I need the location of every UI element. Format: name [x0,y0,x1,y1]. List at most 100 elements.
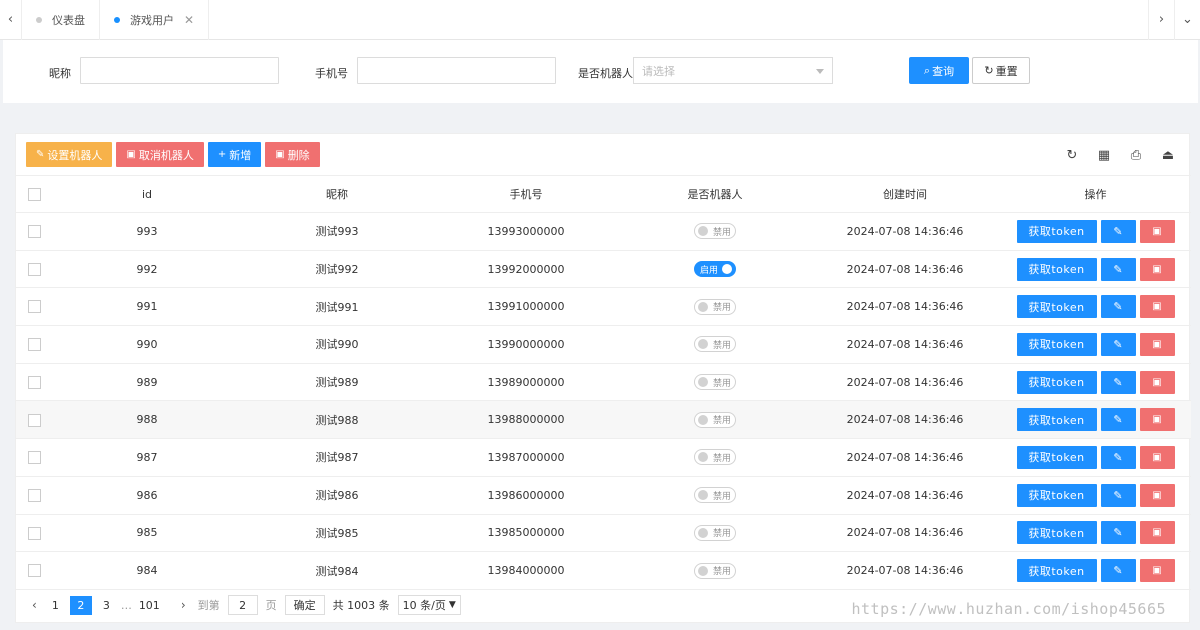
columns-icon[interactable]: ▦ [1095,146,1113,164]
robot-toggle[interactable]: 禁用 [694,449,736,466]
cell-robot: 禁用 [620,476,810,515]
robot-toggle[interactable]: 禁用 [694,524,736,541]
delete-button[interactable]: ▣ 删除 [265,142,320,167]
delete-row-button[interactable]: ▣ [1139,445,1175,469]
get-token-button[interactable]: 获取token [1016,445,1097,469]
get-token-button[interactable]: 获取token [1016,559,1097,583]
set-robot-button[interactable]: ✎ 设置机器人 [26,142,113,167]
delete-row-button[interactable]: ▣ [1139,295,1175,319]
delete-row-button[interactable]: ▣ [1139,559,1175,583]
get-token-button[interactable]: 获取token [1016,408,1097,432]
row-checkbox[interactable] [27,262,41,276]
phone-input[interactable] [357,57,556,84]
delete-row-button[interactable]: ▣ [1139,332,1175,356]
tab-dashboard[interactable]: 仪表盘 [22,0,100,40]
tab-game-users[interactable]: 游戏用户 ✕ [100,0,210,40]
trash-icon: ▣ [1152,414,1162,426]
edit-button[interactable]: ✎ [1100,219,1136,243]
get-token-button[interactable]: 获取token [1016,332,1097,356]
edit-button[interactable]: ✎ [1100,257,1136,281]
reset-button[interactable]: ↻ 重置 [972,57,1030,84]
trash-icon: ▣ [126,149,136,160]
edit-button[interactable]: ✎ [1100,559,1136,583]
refresh-icon[interactable]: ↻ [1063,146,1081,164]
chevron-down-icon[interactable]: ⌄ [1174,0,1200,40]
page-current[interactable]: 2 [69,595,92,615]
row-checkbox[interactable] [27,526,41,540]
goto-page-input[interactable]: 2 [227,595,258,615]
robot-toggle[interactable]: 禁用 [694,336,736,353]
user-table: id 昵称 手机号 是否机器人 创建时间 操作 993 测试993 13993000… [16,175,1191,590]
prev-page-icon[interactable]: ‹ [28,598,41,612]
cell-nickname: 测试987 [242,438,432,477]
edit-button[interactable]: ✎ [1100,332,1136,356]
page-last[interactable]: 101 [136,599,163,612]
row-checkbox[interactable] [27,451,41,465]
row-checkbox[interactable] [27,564,41,578]
cell-phone: 13992000000 [432,250,620,289]
cell-actions: 获取token ✎ ▣ [1000,514,1191,553]
delete-row-button[interactable]: ▣ [1139,521,1175,545]
col-nickname[interactable]: 昵称 [242,175,432,213]
export-icon[interactable]: ⏏ [1159,146,1177,164]
delete-row-button[interactable]: ▣ [1139,257,1175,281]
row-checkbox[interactable] [27,300,41,314]
robot-toggle-label: 禁用 [713,491,732,502]
robot-select[interactable]: 请选择 [633,57,833,84]
row-checkbox[interactable] [27,375,41,389]
close-icon[interactable]: ✕ [184,13,194,27]
tab-bar: ‹ 仪表盘 游戏用户 ✕ › ⌄ [0,0,1200,40]
get-token-button[interactable]: 获取token [1016,521,1097,545]
get-token-button[interactable]: 获取token [1016,219,1097,243]
robot-toggle[interactable]: 禁用 [694,298,736,315]
table-row: 985 测试985 13985000000 禁用 2024-07-08 14:36:46… [16,514,1191,553]
tab-scroll-left-icon[interactable]: ‹ [0,0,22,40]
edit-button[interactable]: ✎ [1100,445,1136,469]
delete-row-button[interactable]: ▣ [1139,408,1175,432]
col-phone[interactable]: 手机号 [432,175,620,213]
print-icon[interactable]: ⎙ [1127,146,1145,164]
get-token-button[interactable]: 获取token [1016,295,1097,319]
robot-toggle[interactable]: 禁用 [694,487,736,504]
cancel-robot-button[interactable]: ▣ 取消机器人 [116,142,204,167]
page-size-select[interactable]: 10 条/页 ▼ [397,595,461,615]
row-checkbox[interactable] [27,225,41,239]
col-robot[interactable]: 是否机器人 [620,175,810,213]
edit-button[interactable]: ✎ [1100,295,1136,319]
trash-icon: ▣ [1152,565,1162,577]
select-all-checkbox[interactable] [27,187,41,201]
table-row: 989 测试989 13989000000 禁用 2024-07-08 14:36:46… [16,363,1191,402]
robot-toggle[interactable]: 禁用 [694,411,736,428]
delete-row-button[interactable]: ▣ [1139,483,1175,507]
row-checkbox[interactable] [27,488,41,502]
add-button[interactable]: + 新增 [207,142,262,167]
query-button[interactable]: ⌕ 查询 [909,57,969,84]
cell-created: 2024-07-08 14:36:46 [810,287,1000,327]
edit-button[interactable]: ✎ [1100,408,1136,432]
get-token-button[interactable]: 获取token [1016,370,1097,394]
delete-row-button[interactable]: ▣ [1139,370,1175,394]
col-created[interactable]: 创建时间 [810,175,1000,213]
get-token-button[interactable]: 获取token [1016,483,1097,507]
edit-button[interactable]: ✎ [1100,370,1136,394]
col-id[interactable]: id [52,175,242,213]
nickname-input[interactable] [80,57,279,84]
table-row: 991 测试991 13991000000 禁用 2024-07-08 14:36:46… [16,287,1191,327]
tab-scroll-right-icon[interactable]: › [1148,0,1174,40]
get-token-button[interactable]: 获取token [1016,257,1097,281]
goto-confirm-button[interactable]: 确定 [284,595,325,615]
robot-toggle[interactable]: 禁用 [694,374,736,391]
trash-icon: ▣ [1152,489,1162,501]
delete-row-button[interactable]: ▣ [1139,219,1175,243]
edit-button[interactable]: ✎ [1100,521,1136,545]
robot-toggle[interactable]: 禁用 [694,223,736,240]
user-table-card: ✎ 设置机器人 ▣ 取消机器人 + 新增 ▣ 删除 ↻ ▦ ⎙ ⏏ id 昵称 … [15,133,1191,623]
page-3[interactable]: 3 [100,599,113,612]
edit-button[interactable]: ✎ [1100,483,1136,507]
page-1[interactable]: 1 [49,599,62,612]
row-checkbox[interactable] [27,413,41,427]
next-page-icon[interactable]: › [177,598,190,612]
robot-toggle[interactable]: 禁用 [694,562,736,579]
row-checkbox[interactable] [27,338,41,352]
robot-toggle[interactable]: 启用 [694,261,736,278]
